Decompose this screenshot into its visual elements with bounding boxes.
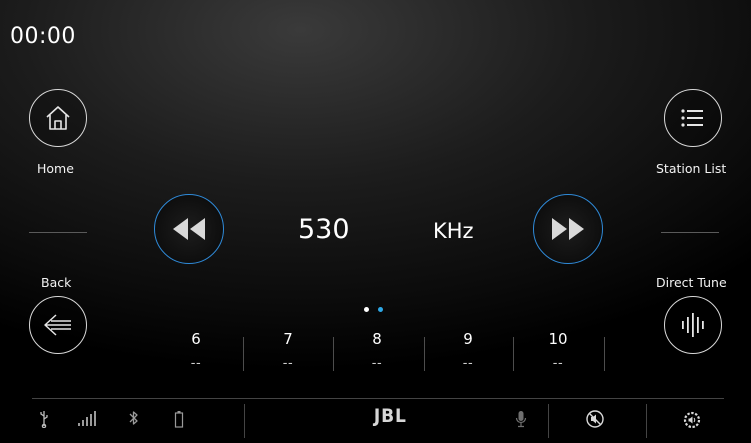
mute-icon[interactable] (586, 410, 604, 428)
station-list-button[interactable] (664, 89, 722, 147)
preset-divider (243, 337, 244, 371)
clock: 00:00 (10, 24, 76, 49)
home-icon (46, 106, 70, 130)
bluetooth-icon (129, 410, 139, 426)
frequency-unit: KHz (433, 219, 474, 243)
battery-icon (174, 410, 184, 428)
brand-logo: JBL (373, 405, 407, 427)
preset-9[interactable]: 9 -- (438, 330, 498, 371)
seek-forward-button[interactable] (533, 194, 603, 264)
preset-number: 6 (191, 330, 201, 348)
direct-tune-label: Direct Tune (656, 275, 727, 290)
rewind-icon (173, 218, 205, 240)
left-divider (29, 232, 87, 233)
preset-10[interactable]: 10 -- (528, 330, 588, 371)
frequency-display: 530 (298, 214, 350, 245)
preset-value: -- (190, 356, 202, 371)
signal-bars-icon (78, 410, 98, 426)
status-separator (548, 404, 549, 438)
seek-back-button[interactable] (154, 194, 224, 264)
preset-divider (424, 337, 425, 371)
fast-forward-icon (552, 218, 584, 240)
preset-value: -- (371, 356, 383, 371)
preset-number: 9 (463, 330, 473, 348)
preset-6[interactable]: 6 -- (166, 330, 226, 371)
back-label: Back (41, 275, 72, 290)
status-separator (646, 404, 647, 438)
preset-divider (513, 337, 514, 371)
list-icon (681, 109, 703, 127)
home-label: Home (37, 161, 74, 176)
preset-divider (333, 337, 334, 371)
page-dot-2[interactable] (378, 307, 383, 312)
status-bar-divider (32, 398, 724, 399)
home-button[interactable] (29, 89, 87, 147)
preset-number: 10 (548, 330, 568, 348)
station-list-label: Station List (656, 161, 727, 176)
status-separator (244, 404, 245, 438)
preset-value: -- (552, 356, 564, 371)
preset-value: -- (282, 356, 294, 371)
direct-tune-button[interactable] (664, 296, 722, 354)
waveform-icon (682, 313, 704, 337)
right-divider (661, 232, 719, 233)
preset-number: 7 (283, 330, 293, 348)
usb-icon (39, 410, 49, 428)
page-indicator (364, 307, 383, 312)
microphone-icon[interactable] (515, 410, 527, 428)
radio-screen: 00:00 Home Back Station List Direct Tune (0, 0, 751, 443)
preset-divider (604, 337, 605, 371)
preset-7[interactable]: 7 -- (258, 330, 318, 371)
volume-settings-icon[interactable] (682, 410, 702, 430)
preset-value: -- (462, 356, 474, 371)
back-button[interactable] (29, 296, 87, 354)
page-dot-1[interactable] (364, 307, 369, 312)
preset-number: 8 (372, 330, 382, 348)
back-arrow-icon (44, 314, 71, 336)
preset-8[interactable]: 8 -- (347, 330, 407, 371)
